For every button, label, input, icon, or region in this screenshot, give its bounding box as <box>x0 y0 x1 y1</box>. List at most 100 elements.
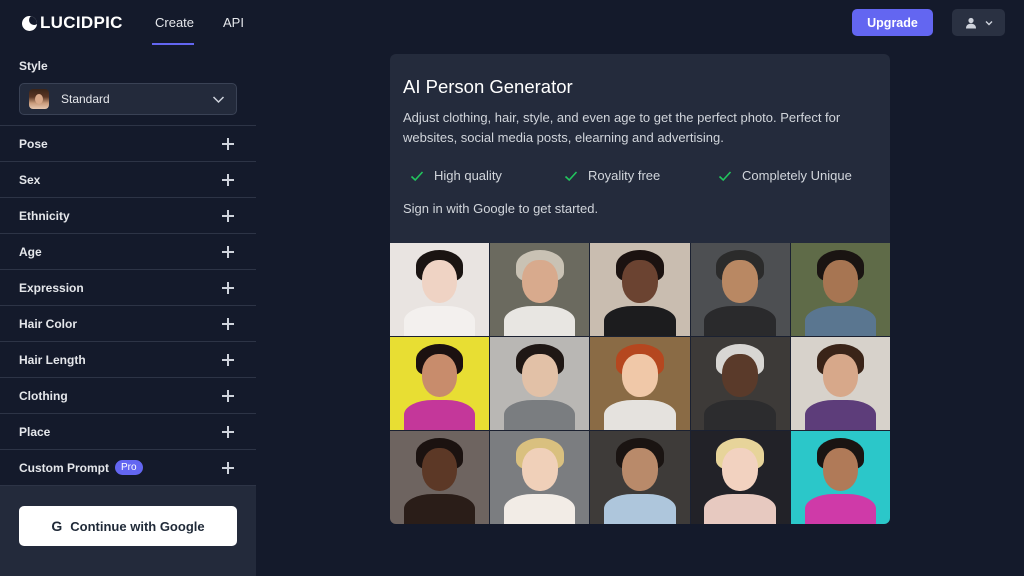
feature-item: Completely Unique <box>718 168 852 183</box>
tab-api[interactable]: API <box>223 15 244 30</box>
accordion-label: Age <box>19 244 42 259</box>
feature-item: Royality free <box>564 168 660 183</box>
plus-icon <box>222 210 234 222</box>
portrait-image <box>490 337 590 430</box>
accordion-item-age[interactable]: Age <box>0 233 256 269</box>
accordion-label: Place <box>19 424 51 439</box>
accordion-item-pose[interactable]: Pose <box>0 125 256 161</box>
portrait-clothing <box>504 400 576 430</box>
plus-icon <box>222 354 234 366</box>
portrait-clothing <box>504 494 576 524</box>
accordion-label: Hair Length <box>19 352 86 367</box>
portrait-face <box>521 447 558 491</box>
accordion-item-expression[interactable]: Expression <box>0 269 256 305</box>
plus-icon <box>222 246 234 258</box>
feature-list: High quality Royality free Completely Un… <box>410 168 880 184</box>
portrait-face <box>622 353 658 397</box>
portrait-image <box>790 337 890 430</box>
accordion-item-ethnicity[interactable]: Ethnicity <box>0 197 256 233</box>
portrait-clothing <box>403 400 476 430</box>
google-button-label: Continue with Google <box>70 518 205 534</box>
accordion-item-clothing[interactable]: Clothing <box>0 377 256 413</box>
feature-label: Royality free <box>588 168 661 183</box>
portrait-clothing <box>604 494 676 524</box>
portrait-image <box>390 431 490 524</box>
portrait-face <box>722 353 759 397</box>
portrait-face <box>521 353 558 397</box>
portrait-clothing <box>804 494 877 524</box>
sidebar-footer: G Continue with Google <box>0 485 256 576</box>
portrait-clothing <box>403 494 476 524</box>
portrait-face <box>622 259 658 303</box>
portrait-face <box>421 447 458 491</box>
plus-icon <box>222 390 234 402</box>
brand-name: LUCIDPIC <box>40 13 123 32</box>
accordion-label: Sex <box>19 172 41 187</box>
portrait-image <box>390 337 490 430</box>
portrait-image <box>790 243 890 336</box>
generator-card: AI Person Generator Adjust clothing, hai… <box>390 54 890 524</box>
portrait-image <box>590 431 690 524</box>
chevron-down-icon <box>985 20 992 25</box>
portrait-image <box>690 243 790 336</box>
top-bar: LUCIDPIC Create API Upgrade <box>0 0 1024 46</box>
accordion-item-place[interactable]: Place <box>0 413 256 449</box>
plus-icon <box>222 462 234 474</box>
portrait-image <box>490 243 590 336</box>
portrait-face <box>822 353 859 397</box>
example-portrait-gallery <box>390 243 890 524</box>
portrait-clothing <box>704 306 776 336</box>
portrait-face <box>421 259 458 303</box>
user-icon <box>965 17 976 28</box>
portrait-image <box>790 431 890 524</box>
accordion-label: Hair Color <box>19 316 78 331</box>
accordion-item-custom-prompt[interactable]: Custom Prompt Pro <box>0 449 256 485</box>
portrait-clothing <box>403 306 476 336</box>
pro-badge: Pro <box>115 460 143 475</box>
continue-with-google-button[interactable]: G Continue with Google <box>19 506 237 546</box>
accordion-label: Expression <box>19 280 84 295</box>
portrait-image <box>590 337 690 430</box>
user-menu-button[interactable] <box>952 9 1005 36</box>
portrait-clothing <box>504 306 576 336</box>
portrait-face <box>622 447 658 491</box>
portrait-image <box>690 337 790 430</box>
portrait-clothing <box>604 400 676 430</box>
style-label: Style <box>19 59 48 73</box>
signin-prompt: Sign in with Google to get started. <box>403 201 599 216</box>
accordion-label: Custom Prompt <box>19 460 109 475</box>
portrait-image <box>390 243 490 336</box>
plus-icon <box>222 282 234 294</box>
accordion-item-sex[interactable]: Sex <box>0 161 256 197</box>
check-icon <box>718 170 732 181</box>
chevron-down-icon <box>212 96 225 104</box>
brand-logo[interactable]: LUCIDPIC <box>22 12 123 34</box>
portrait-face <box>722 447 759 491</box>
accordion-item-hair-color[interactable]: Hair Color <box>0 305 256 341</box>
page-description: Adjust clothing, hair, style, and even a… <box>403 110 841 145</box>
plus-icon <box>222 426 234 438</box>
portrait-image <box>590 243 690 336</box>
accordion-item-hair-length[interactable]: Hair Length <box>0 341 256 377</box>
feature-item: High quality <box>410 168 502 183</box>
feature-label: Completely Unique <box>742 168 852 183</box>
plus-icon <box>222 318 234 330</box>
portrait-clothing <box>604 306 676 336</box>
tab-create[interactable]: Create <box>155 15 194 30</box>
filter-accordion: Pose Sex Ethnicity Age Expression Hair C… <box>0 125 256 485</box>
accordion-label: Pose <box>19 136 48 151</box>
portrait-face <box>421 353 458 397</box>
plus-icon <box>222 174 234 186</box>
logo-icon <box>22 15 37 31</box>
check-icon <box>564 170 578 181</box>
portrait-clothing <box>704 494 776 524</box>
portrait-image <box>490 431 590 524</box>
style-thumbnail <box>29 89 49 109</box>
active-tab-indicator <box>152 43 194 45</box>
portrait-face <box>822 259 859 303</box>
portrait-face <box>822 447 859 491</box>
style-select[interactable]: Standard <box>19 83 237 115</box>
plus-icon <box>222 138 234 150</box>
upgrade-button[interactable]: Upgrade <box>852 9 933 36</box>
portrait-clothing <box>704 400 776 430</box>
